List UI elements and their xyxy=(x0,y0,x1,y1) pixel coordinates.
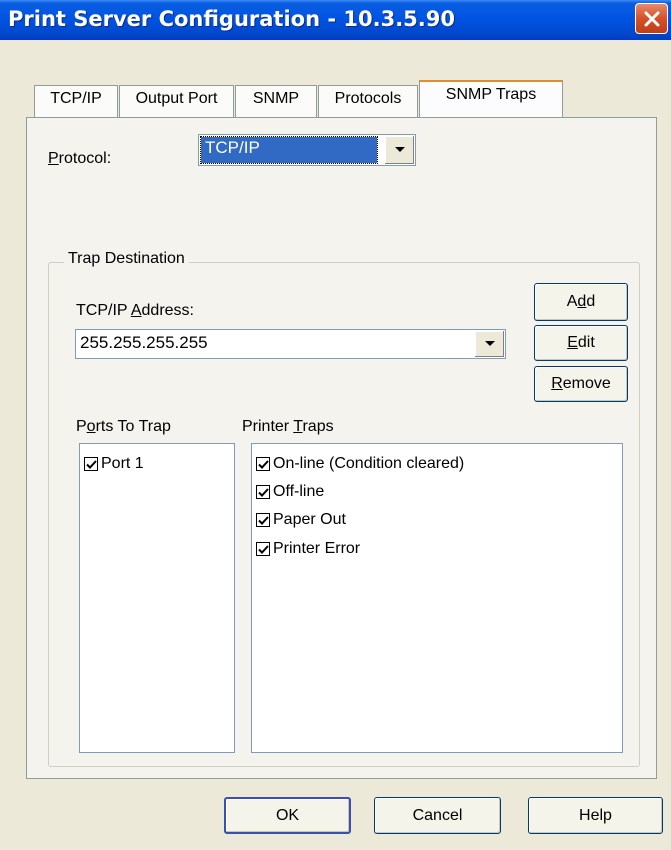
add-button-pre: A xyxy=(566,293,578,310)
protocol-label: Protocol: xyxy=(48,150,111,168)
chevron-down-icon xyxy=(484,341,495,346)
checkbox-port-1[interactable] xyxy=(84,457,98,471)
tab-snmp[interactable]: SNMP xyxy=(235,85,317,117)
list-item-paper-out[interactable]: Paper Out xyxy=(256,508,346,532)
protocol-selected-value: TCP/IP xyxy=(200,136,378,164)
on-line-label: On-line (Condition cleared) xyxy=(273,455,465,472)
remove-button[interactable]: Remove xyxy=(534,366,628,402)
tab-tcpip[interactable]: TCP/IP xyxy=(34,85,118,117)
title-bar[interactable]: Print Server Configuration - 10.3.5.90 xyxy=(0,0,671,40)
checkbox-paper-out[interactable] xyxy=(256,513,270,527)
printer-traps-label-post: raps xyxy=(302,418,334,435)
printer-error-label: Printer Error xyxy=(273,540,361,557)
port-1-label: Port 1 xyxy=(101,455,144,472)
add-button-post: d xyxy=(586,293,596,310)
remove-button-post: emove xyxy=(562,375,611,392)
checkbox-off-line[interactable] xyxy=(256,485,270,499)
close-icon xyxy=(644,11,659,26)
printer-traps-list[interactable]: On-line (Condition cleared) Off-line Pap… xyxy=(251,443,623,753)
ports-label-pre: P xyxy=(76,418,87,435)
ok-button[interactable]: OK xyxy=(224,797,351,834)
ports-to-trap-label: Ports To Trap xyxy=(76,418,171,436)
address-label: TCP/IP Address: xyxy=(76,302,194,320)
printer-traps-label-pre: Printer xyxy=(242,418,294,435)
address-label-mnemonic: A xyxy=(130,302,142,319)
ports-label-mnemonic: o xyxy=(86,418,96,435)
edit-button-post: dit xyxy=(577,334,595,351)
tab-label: SNMP Traps xyxy=(445,86,537,103)
list-item-off-line[interactable]: Off-line xyxy=(256,480,324,504)
address-label-pre: TCP/IP xyxy=(76,302,131,319)
address-label-post: ddress: xyxy=(141,302,194,319)
checkmark-icon xyxy=(85,459,97,469)
protocol-label-text: rotocol: xyxy=(58,150,112,167)
checkmark-icon xyxy=(257,459,269,469)
edit-button-mnemonic: E xyxy=(567,334,578,351)
add-button-mnemonic: d xyxy=(577,293,587,310)
trap-destination-legend: Trap Destination xyxy=(64,250,189,268)
printer-traps-label: Printer Traps xyxy=(242,418,334,436)
ports-label-post: rts To Trap xyxy=(95,418,171,435)
address-value: 255.255.255.255 xyxy=(80,333,208,352)
chevron-down-icon xyxy=(394,147,405,152)
tab-label: SNMP xyxy=(252,90,300,107)
checkbox-printer-error[interactable] xyxy=(256,542,270,556)
checkmark-icon xyxy=(257,544,269,554)
ports-to-trap-list[interactable]: Port 1 xyxy=(79,443,235,753)
cancel-button[interactable]: Cancel xyxy=(374,797,501,834)
address-dropdown-button[interactable] xyxy=(474,331,504,357)
checkbox-on-line[interactable] xyxy=(256,457,270,471)
protocol-dropdown-button[interactable] xyxy=(384,136,414,164)
protocol-select[interactable]: TCP/IP xyxy=(198,134,416,166)
tab-label: TCP/IP xyxy=(50,90,102,107)
print-server-config-dialog: Print Server Configuration - 10.3.5.90 T… xyxy=(0,0,671,850)
window-title: Print Server Configuration - 10.3.5.90 xyxy=(8,7,455,31)
tab-label: Protocols xyxy=(334,90,402,107)
off-line-label: Off-line xyxy=(273,483,325,500)
add-button[interactable]: Add xyxy=(534,283,628,321)
paper-out-label: Paper Out xyxy=(273,511,346,528)
edit-button[interactable]: Edit xyxy=(534,325,628,361)
remove-button-mnemonic: R xyxy=(551,375,563,392)
close-button[interactable] xyxy=(635,3,668,34)
tab-label: Output Port xyxy=(135,90,218,107)
checkmark-icon xyxy=(257,515,269,525)
list-item-port-1[interactable]: Port 1 xyxy=(84,452,144,476)
tab-snmp-traps[interactable]: SNMP Traps xyxy=(419,80,563,118)
list-item-on-line[interactable]: On-line (Condition cleared) xyxy=(256,452,464,476)
tab-output-port[interactable]: Output Port xyxy=(119,85,234,117)
checkmark-icon xyxy=(257,487,269,497)
protocol-label-mnemonic: P xyxy=(48,150,59,167)
list-item-printer-error[interactable]: Printer Error xyxy=(256,537,360,561)
address-combo[interactable]: 255.255.255.255 xyxy=(75,329,506,359)
help-button[interactable]: Help xyxy=(528,797,663,834)
tab-protocols[interactable]: Protocols xyxy=(318,85,418,117)
